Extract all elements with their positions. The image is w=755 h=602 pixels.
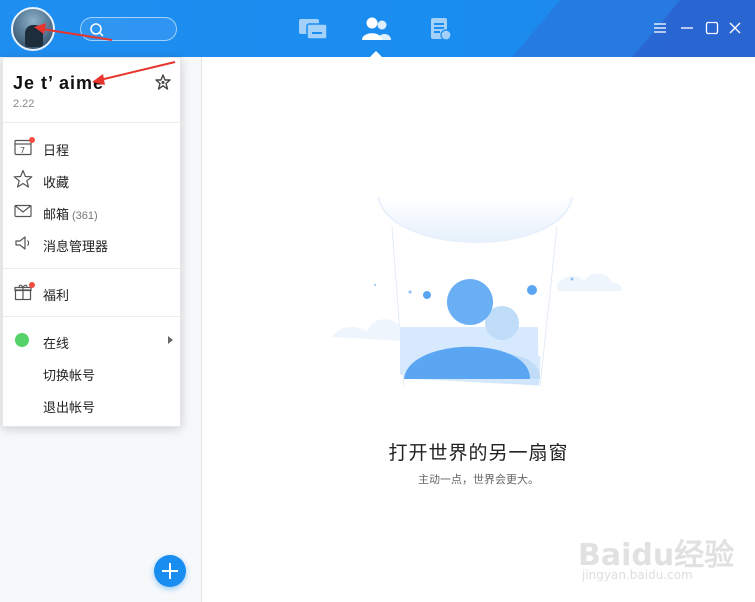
vip-star-icon[interactable] <box>155 74 171 90</box>
balloon-illustration <box>332 196 622 388</box>
close-icon <box>729 22 741 34</box>
svg-text:7: 7 <box>20 146 25 155</box>
maximize-icon <box>705 21 719 35</box>
menu-icon <box>654 23 666 33</box>
menu-item-label: 在线 <box>43 336 70 351</box>
menu-item-label: 日程 <box>43 143 70 158</box>
menu-item-label: 邮箱 <box>43 207 70 222</box>
welfare-badge <box>29 282 35 288</box>
menu-item-favorites[interactable]: 收藏 <box>3 164 182 194</box>
empty-state-title: 打开世界的另一扇窗 <box>388 443 569 464</box>
profile-level: 2.22 <box>13 98 35 110</box>
search-input[interactable] <box>80 17 177 41</box>
menu-item-label: 消息管理器 <box>43 239 109 254</box>
menu-item-label: 收藏 <box>43 175 70 190</box>
mail-icon <box>14 204 32 218</box>
online-status-dot <box>15 333 29 347</box>
empty-state-subtitle: 主动一点，世界会更大。 <box>418 474 539 486</box>
menu-item-switch-account[interactable]: 切换帐号 <box>3 357 182 387</box>
menu-item-message-manager[interactable]: 消息管理器 <box>3 228 182 258</box>
menu-item-schedule[interactable]: 7 日程 <box>3 132 182 162</box>
menu-item-mailbox[interactable]: 邮箱 (361) <box>3 196 182 226</box>
tab-space[interactable] <box>424 15 456 43</box>
profile-name: Je t’ aime <box>13 73 105 93</box>
speaker-icon <box>15 236 30 250</box>
close-button[interactable] <box>727 20 743 36</box>
contacts-icon <box>362 17 391 40</box>
search-icon <box>90 23 104 37</box>
minimize-icon <box>681 27 693 29</box>
menu-item-label: 退出帐号 <box>43 400 96 415</box>
add-button[interactable] <box>154 555 186 587</box>
mail-count: (361) <box>72 210 98 222</box>
menu-item-welfare[interactable]: 福利 <box>3 277 182 307</box>
star-icon <box>13 169 33 188</box>
profile-popup: Je t’ aime 2.22 7 日程 收藏 邮箱 (361) 消息管理器 福… <box>2 57 182 427</box>
qq-main-window: 打开世界的另一扇窗 主动一点，世界会更大。 Je t’ aime 2.22 7 … <box>0 0 755 602</box>
main-content: 打开世界的另一扇窗 主动一点，世界会更大。 <box>202 57 755 602</box>
title-bar <box>0 0 755 57</box>
chat-icon <box>299 19 328 40</box>
maximize-button[interactable] <box>704 20 720 36</box>
menu-item-online-status[interactable]: 在线 <box>3 325 182 355</box>
menu-button[interactable] <box>652 20 668 36</box>
minimize-button[interactable] <box>679 20 695 36</box>
menu-item-logout[interactable]: 退出帐号 <box>3 389 182 419</box>
submenu-arrow-icon <box>168 336 173 344</box>
document-icon <box>431 18 452 41</box>
tab-messages[interactable] <box>297 15 329 43</box>
menu-item-label: 福利 <box>43 288 70 303</box>
search-field[interactable] <box>105 20 171 38</box>
schedule-badge <box>29 137 35 143</box>
user-avatar[interactable] <box>11 7 55 51</box>
tab-contacts[interactable] <box>360 15 392 43</box>
menu-item-label: 切换帐号 <box>43 368 96 383</box>
